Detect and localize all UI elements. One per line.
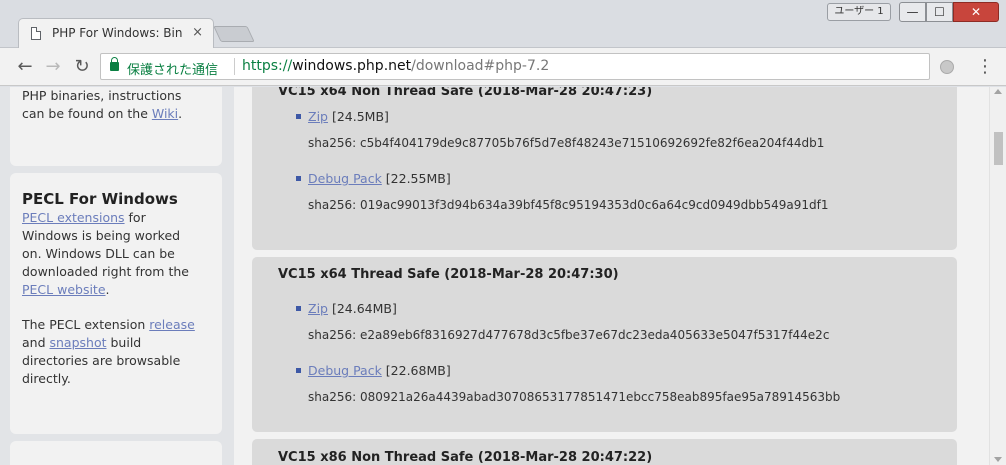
zip-download-link[interactable]: Zip [308, 301, 328, 316]
sidebar: PHP binaries, instructions can be found … [0, 87, 234, 465]
secure-connection-label[interactable]: 保護された通信 [127, 59, 218, 78]
release-link[interactable]: release [149, 317, 195, 332]
list-bullet [296, 176, 301, 181]
pecl-heading: PECL For Windows [22, 190, 178, 208]
user-profile-button[interactable]: ユーザー 1 [827, 3, 891, 21]
list-bullet [296, 114, 301, 119]
sidebar-panel-next [10, 441, 222, 465]
build-section: VC15 x64 Non Thread Safe (2018-Mar-28 20… [252, 87, 957, 250]
build-title: VC15 x86 Non Thread Safe (2018-Mar-28 20… [278, 450, 653, 465]
browser-toolbar: ← → ↻ 保護された通信 https://windows.php.net/do… [0, 48, 1006, 86]
reload-icon[interactable]: ↻ [71, 56, 93, 78]
zip-download-link[interactable]: Zip [308, 109, 328, 124]
page-icon [31, 27, 41, 40]
browser-tab[interactable]: PHP For Windows: Bin × [18, 18, 214, 48]
main-content: VC15 x64 Non Thread Safe (2018-Mar-28 20… [234, 87, 989, 465]
debug-pack-download-link[interactable]: Debug Pack [308, 363, 382, 378]
forward-arrow-icon[interactable]: → [42, 56, 64, 78]
sha256-hash: sha256: c5b4f404179de9c87705b76f5d7e8f48… [308, 136, 825, 150]
maximize-button[interactable]: ☐ [926, 2, 953, 22]
sidebar-text: PHP binaries, instructions can be found … [22, 88, 183, 121]
close-window-button[interactable]: ✕ [953, 2, 999, 22]
extension-icon[interactable] [940, 60, 954, 74]
scroll-up-arrow-icon[interactable] [994, 89, 1002, 94]
debug-pack-download-line: Debug Pack [22.55MB] [308, 171, 451, 186]
sha256-hash: sha256: 080921a26a4439abad30708653177851… [308, 390, 841, 404]
address-bar[interactable]: 保護された通信 https://windows.php.net/download… [100, 53, 930, 80]
list-bullet [296, 368, 301, 373]
vertical-scrollbar[interactable] [989, 87, 1006, 465]
new-tab-button[interactable] [213, 26, 255, 42]
debug-pack-download-link[interactable]: Debug Pack [308, 171, 382, 186]
list-bullet [296, 306, 301, 311]
tab-title: PHP For Windows: Bin [52, 26, 182, 40]
lock-icon [110, 57, 119, 71]
build-title: VC15 x64 Thread Safe (2018-Mar-28 20:47:… [278, 267, 619, 282]
pecl-description: PECL extensions for Windows is being wor… [22, 210, 195, 386]
build-section: VC15 x86 Non Thread Safe (2018-Mar-28 20… [252, 439, 957, 465]
tab-close-icon[interactable]: × [192, 25, 203, 40]
debug-pack-download-line: Debug Pack [22.68MB] [308, 363, 451, 378]
pecl-extensions-link[interactable]: PECL extensions [22, 210, 125, 225]
pecl-website-link[interactable]: PECL website [22, 282, 106, 297]
build-section: VC15 x64 Thread Safe (2018-Mar-28 20:47:… [252, 257, 957, 432]
address-divider [234, 58, 235, 75]
scroll-down-arrow-icon[interactable] [994, 457, 1002, 462]
build-title: VC15 x64 Non Thread Safe (2018-Mar-28 20… [278, 87, 653, 99]
browser-menu-icon[interactable]: ⋮ [976, 58, 994, 76]
back-arrow-icon[interactable]: ← [14, 56, 36, 78]
zip-download-line: Zip [24.5MB] [308, 109, 389, 124]
scroll-thumb[interactable] [994, 132, 1003, 165]
wiki-link[interactable]: Wiki [152, 106, 178, 121]
snapshot-link[interactable]: snapshot [50, 335, 107, 350]
web-page: PHP binaries, instructions can be found … [0, 87, 989, 465]
url-text[interactable]: https://windows.php.net/download#php-7.2 [242, 58, 549, 74]
browser-titlebar: PHP For Windows: Bin × ユーザー 1 — ☐ ✕ [0, 0, 1006, 48]
sha256-hash: sha256: 019ac99013f3d94b634a39bf45f8c951… [308, 198, 829, 212]
sha256-hash: sha256: e2a89eb6f8316927d477678d3c5fbe37… [308, 328, 830, 342]
zip-download-line: Zip [24.64MB] [308, 301, 397, 316]
minimize-button[interactable]: — [899, 2, 926, 22]
